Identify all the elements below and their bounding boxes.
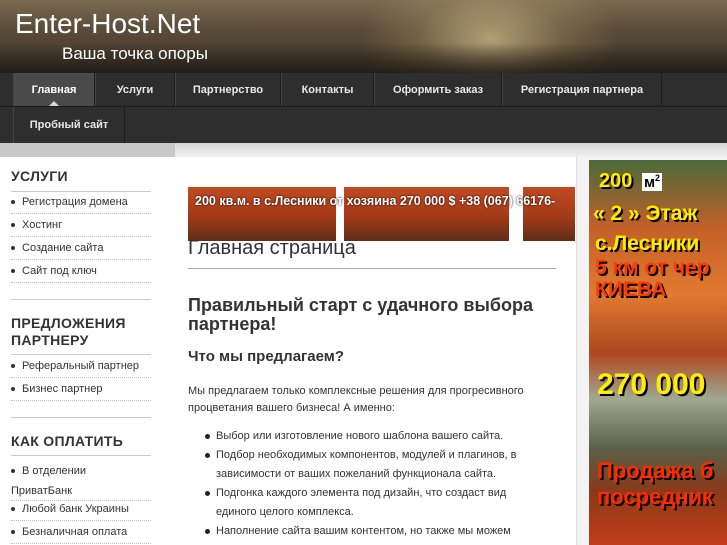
list-item: Выбор или изготовление нового шаблона ва…: [205, 427, 535, 446]
bullet-icon: [11, 387, 15, 392]
nav-item-services[interactable]: Услуги: [95, 73, 175, 106]
ad-floors: « 2 » Этаж: [593, 202, 698, 225]
sidebar-link-label: Регистрация домена: [22, 196, 128, 208]
nav-item-label: Регистрация партнера: [520, 83, 644, 96]
sidebar-link-cashless-payment[interactable]: Безналичная оплата: [11, 526, 151, 544]
bullet-icon: [11, 223, 15, 228]
list-item-text: Выбор или изготовление нового шаблона ва…: [216, 430, 504, 442]
bullet-icon: [11, 364, 15, 369]
site-header: Enter-Host.Net Ваша точка опоры: [0, 0, 727, 73]
sidebar-top-band: [0, 143, 175, 157]
sidebar-link-turnkey-site[interactable]: Сайт под ключ: [11, 265, 151, 283]
headline: Правильный старт с удачного выбора партн…: [188, 295, 533, 334]
divider: [11, 299, 151, 300]
sidebar-heading-how-to-pay: КАК ОПЛАТИТЬ: [11, 433, 124, 449]
bullet-icon: [205, 434, 210, 439]
sidebar-link-hosting[interactable]: Хостинг: [11, 219, 151, 237]
nav-item-label: Главная: [31, 83, 77, 96]
nav-item-label: Партнерство: [192, 83, 264, 96]
intro-paragraph: Мы предлагаем только комплексные решения…: [188, 385, 524, 414]
page-title: Главная страница: [188, 237, 356, 259]
sidebar-link-privatbank-branch[interactable]: В отделении ПриватБанк: [11, 461, 151, 501]
sidebar-link-business-partner[interactable]: Бизнес партнер: [11, 383, 151, 401]
sidebar-heading-services: УСЛУГИ: [11, 168, 68, 184]
list-item-text: Наполнение сайта вашим контентом, но так…: [216, 525, 511, 537]
banner-text[interactable]: 200 кв.м. в с.Лесники от хозяина 270 000…: [195, 194, 555, 208]
bullet-icon: [11, 269, 15, 274]
site-tagline: Ваша точка опоры: [62, 44, 208, 63]
sidebar-link-label: Реферальный партнер: [22, 360, 140, 372]
sidebar-link-label: Хостинг: [22, 219, 63, 231]
list-item-text: Подбор необходимых компонентов, модулей …: [216, 449, 517, 480]
divider: [11, 354, 151, 355]
sidebar-link-label: ПриватБанк: [11, 485, 73, 497]
divider: [11, 191, 151, 192]
sidebar-link-label: В отделении: [22, 465, 87, 477]
nav-item-order[interactable]: Оформить заказ: [374, 73, 502, 106]
ad-area-sup: 2: [655, 173, 661, 183]
ad-area-value: 200: [599, 170, 633, 192]
sidebar-heading-line: ПАРТНЕРУ: [11, 332, 89, 348]
list-item: Наполнение сайта вашим контентом, но так…: [205, 522, 535, 541]
ad-distance: 5 км от чер: [595, 256, 710, 279]
nav-item-contacts[interactable]: Контакты: [281, 73, 374, 106]
nav-item-partnership[interactable]: Партнерство: [175, 73, 281, 106]
bullet-icon: [11, 469, 15, 474]
nav-item-partner-registration[interactable]: Регистрация партнера: [502, 73, 662, 106]
bullet-icon: [11, 507, 15, 512]
ad-city: КИЕВА: [595, 278, 667, 301]
main-nav: Главная Услуги Партнерство Контакты Офор…: [0, 73, 727, 143]
bullet-icon: [205, 453, 210, 458]
bullet-icon: [11, 200, 15, 205]
nav-item-label: Услуги: [116, 83, 154, 96]
sidebar-link-domain-registration[interactable]: Регистрация домена: [11, 196, 151, 214]
nav-item-trial-site[interactable]: Пробный сайт: [13, 107, 125, 143]
bullet-icon: [11, 246, 15, 251]
sidebar-link-referral-partner[interactable]: Реферальный партнер: [11, 360, 151, 378]
bullet-icon: [205, 491, 210, 496]
bullet-icon: [205, 529, 210, 534]
nav-item-home[interactable]: Главная: [13, 73, 95, 106]
ad-sale-line1: Продажа б: [597, 458, 714, 483]
sidebar-link-label: Создание сайта: [22, 242, 104, 254]
right-ad-banner[interactable]: 200 м2 « 2 » Этаж с.Лесники 5 км от чер …: [589, 160, 727, 545]
ad-area-unit-text: м: [643, 174, 656, 191]
list-item-text: Подгонка каждого элемента под дизайн, чт…: [216, 487, 507, 518]
ad-price: 270 000: [597, 368, 706, 401]
ad-sale-line2: посредник: [597, 484, 714, 509]
list-item: Подбор необходимых компонентов, модулей …: [205, 446, 535, 484]
ad-area: 200 м2: [599, 170, 663, 193]
sidebar-link-any-bank[interactable]: Любой банк Украины: [11, 503, 151, 521]
divider: [188, 268, 556, 269]
nav-item-label: Контакты: [301, 83, 354, 96]
divider: [11, 417, 151, 418]
sidebar-link-label: Сайт под ключ: [22, 265, 97, 277]
nav-item-label: Оформить заказ: [392, 83, 484, 96]
site-title[interactable]: Enter-Host.Net: [15, 8, 200, 40]
nav-item-label: Пробный сайт: [29, 119, 109, 131]
divider: [11, 455, 151, 456]
sidebar-link-site-creation[interactable]: Создание сайта: [11, 242, 151, 260]
ad-village: с.Лесники: [595, 232, 700, 255]
sidebar-link-label: Бизнес партнер: [22, 383, 103, 395]
ad-area-unit: м2: [641, 173, 663, 191]
sidebar-heading-line: ПРЕДЛОЖЕНИЯ: [11, 315, 126, 331]
bullet-icon: [11, 530, 15, 535]
sidebar-link-label: Любой банк Украины: [22, 503, 129, 515]
subheading: Что мы предлагаем?: [188, 348, 345, 365]
sidebar-heading-partner-offers: ПРЕДЛОЖЕНИЯ ПАРТНЕРУ: [11, 315, 126, 349]
list-item: Подгонка каждого элемента под дизайн, чт…: [205, 484, 535, 522]
sidebar-link-label: Безналичная оплата: [22, 526, 128, 538]
